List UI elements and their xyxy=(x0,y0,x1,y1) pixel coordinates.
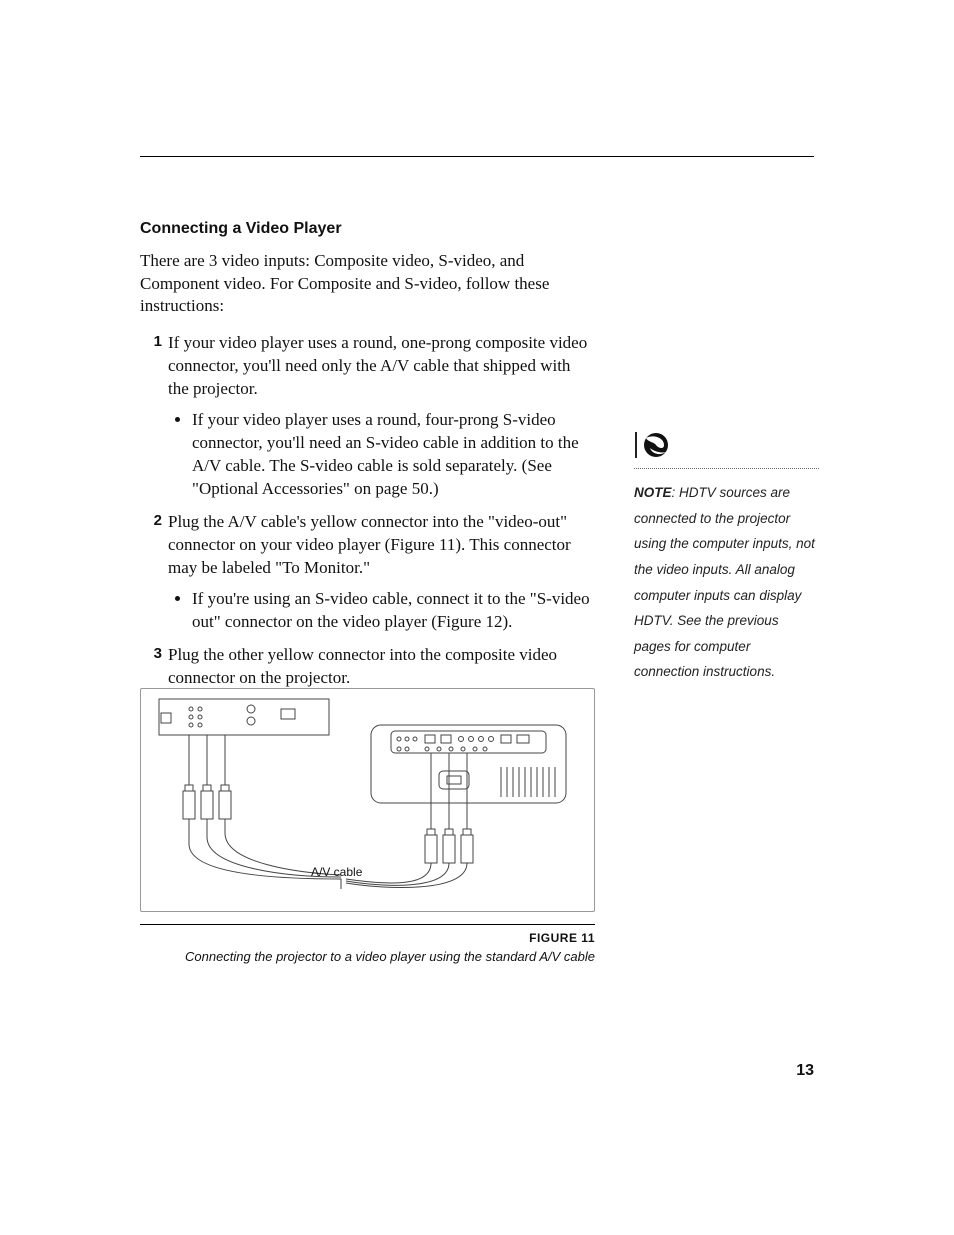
step-text: Plug the A/V cable's yellow connector in… xyxy=(168,512,571,577)
top-horizontal-rule xyxy=(140,156,814,157)
figure-rule xyxy=(140,924,595,925)
figure-diagram: A/V cable xyxy=(140,688,595,912)
sub-item: If your video player uses a round, four-… xyxy=(192,409,595,501)
sub-list: If you're using an S-video cable, connec… xyxy=(168,588,595,634)
step-number: 3 xyxy=(140,644,162,664)
sub-list: If your video player uses a round, four-… xyxy=(168,409,595,501)
step-item: 1 If your video player uses a round, one… xyxy=(140,332,595,501)
step-list: 1 If your video player uses a round, one… xyxy=(140,332,595,743)
step-item: 2 Plug the A/V cable's yellow connector … xyxy=(140,511,595,634)
note-icon xyxy=(634,428,674,462)
step-number: 2 xyxy=(140,511,162,531)
sub-item: If you're using an S-video cable, connec… xyxy=(192,588,595,634)
section-heading: Connecting a Video Player xyxy=(140,218,595,240)
note-dotted-rule xyxy=(634,468,819,469)
page-number: 13 xyxy=(796,1062,814,1080)
main-content: Connecting a Video Player There are 3 vi… xyxy=(140,218,595,753)
step-text: If your video player uses a round, one-p… xyxy=(168,333,587,398)
note-text: : HDTV sources are connected to the proj… xyxy=(634,485,815,679)
figure-caption: Connecting the projector to a video play… xyxy=(140,949,595,964)
diagram-svg xyxy=(141,689,596,911)
step-number: 1 xyxy=(140,332,162,352)
step-text: Plug the other yellow connector into the… xyxy=(168,645,557,687)
note-label: NOTE xyxy=(634,485,672,500)
intro-paragraph: There are 3 video inputs: Composite vide… xyxy=(140,250,595,319)
figure-number: FIGURE 11 xyxy=(140,931,595,945)
figure-11: A/V cable FIGURE 11 Connecting the proje… xyxy=(140,688,595,964)
figure-inner-label: A/V cable xyxy=(311,865,362,879)
margin-note: NOTE: HDTV sources are connected to the … xyxy=(634,480,819,685)
